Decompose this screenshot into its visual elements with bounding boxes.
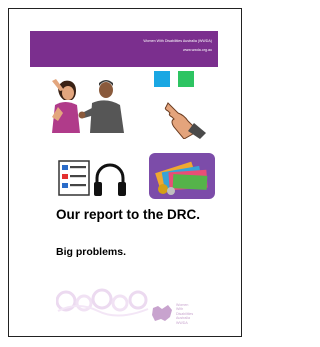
website-link[interactable]: www.wwda.org.au	[183, 48, 212, 52]
choice-squares-icon	[154, 71, 206, 139]
easy-read-document-icon	[58, 160, 90, 196]
violence-icon	[52, 79, 124, 133]
page-title: Our report to the DRC.	[56, 207, 200, 222]
header-banner: Women With Disabilities Australia (WWDA)…	[30, 31, 218, 67]
footer-decoration	[56, 288, 149, 317]
money-icon	[149, 153, 215, 199]
page-subtitle: Big problems.	[56, 246, 127, 258]
headphones-icon	[94, 163, 126, 196]
org-name: Women With Disabilities Australia (WWDA)	[143, 39, 212, 43]
wwda-logo-text: Women With Disabilities Australia WWDA	[176, 303, 194, 325]
wwda-logo-icon	[152, 305, 172, 321]
